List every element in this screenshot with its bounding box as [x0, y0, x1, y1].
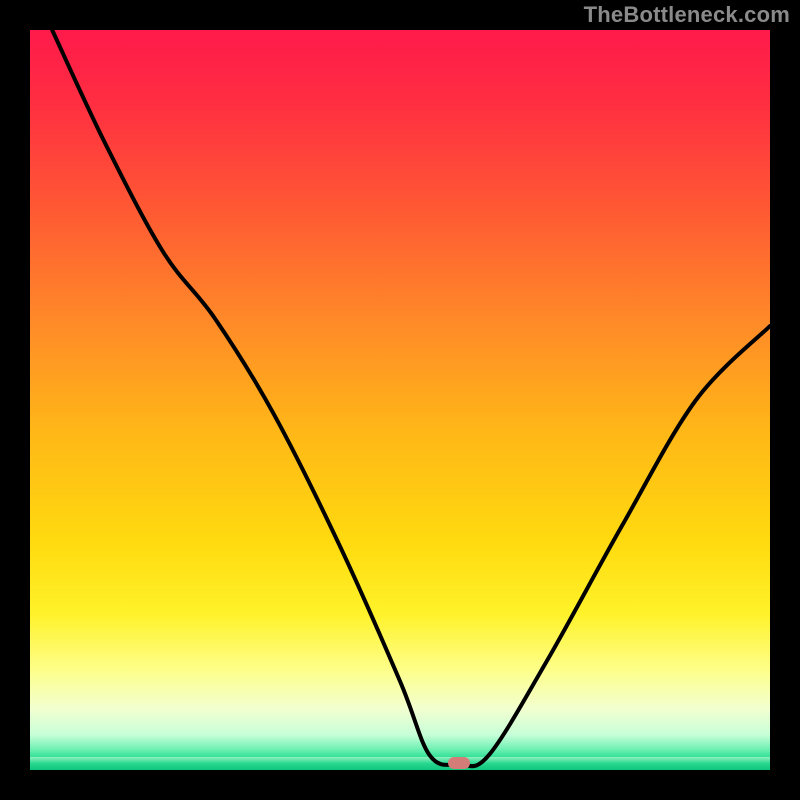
minimum-marker: [448, 757, 470, 769]
chart-frame: TheBottleneck.com: [0, 0, 800, 800]
plot-area: [30, 30, 770, 770]
watermark-text: TheBottleneck.com: [584, 2, 790, 28]
bottleneck-curve: [30, 30, 770, 770]
